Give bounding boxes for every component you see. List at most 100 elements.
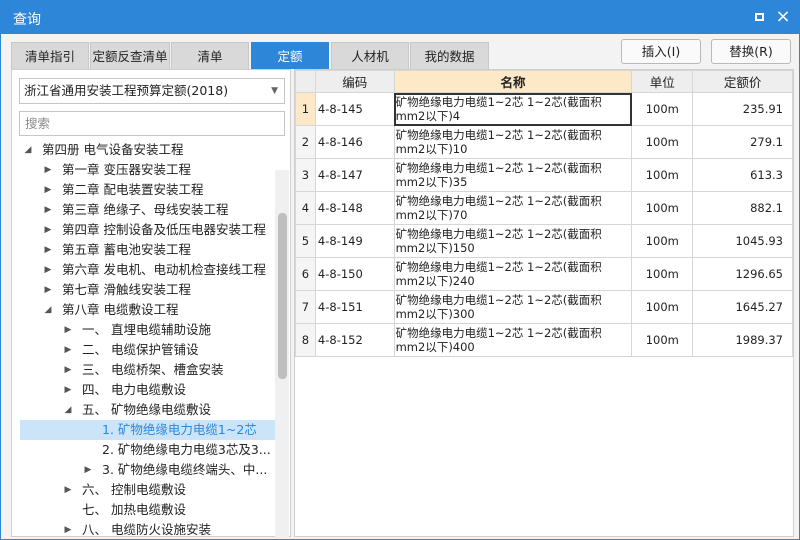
tree-node[interactable]: ▶ 六、 控制电缆敷设	[20, 480, 275, 500]
table-row[interactable]: 6 4-8-150 矿物绝缘电力电缆1~2芯 1~2芯(截面积mm2以下)240…	[295, 257, 793, 291]
price-cell[interactable]: 882.1	[692, 191, 793, 225]
tab-dinge[interactable]: 定额	[251, 42, 329, 69]
price-cell[interactable]: 235.91	[692, 92, 793, 126]
triangle-right-icon: ▶	[44, 225, 52, 235]
code-cell[interactable]: 4-8-148	[314, 191, 395, 225]
tree-node[interactable]: ◢ 五、 矿物绝缘电缆敷设	[20, 400, 275, 420]
table-row[interactable]: 5 4-8-149 矿物绝缘电力电缆1~2芯 1~2芯(截面积mm2以下)150…	[295, 224, 793, 258]
unit-cell[interactable]: 100m	[631, 158, 694, 192]
maximize-button[interactable]	[750, 8, 768, 26]
unit-cell[interactable]: 100m	[631, 290, 694, 324]
table-row[interactable]: 3 4-8-147 矿物绝缘电力电缆1~2芯 1~2芯(截面积mm2以下)35 …	[295, 158, 793, 192]
tree-node-label: 第二章 配电装置安装工程	[62, 182, 204, 197]
tree-node-label: 第五章 蓄电池安装工程	[62, 242, 191, 257]
replace-button[interactable]: 替换(R)	[711, 39, 791, 64]
tree-node[interactable]: ▶ 第一章 变压器安装工程	[20, 160, 275, 180]
tab-dinge-fancha[interactable]: 定额反查清单	[90, 42, 170, 69]
tree-node-label: 第六章 发电机、电动机检查接线工程	[62, 262, 266, 277]
tree-node-label: 2. 矿物绝缘电力电缆3芯及3...	[102, 442, 271, 457]
name-cell[interactable]: 矿物绝缘电力电缆1~2芯 1~2芯(截面积mm2以下)70	[393, 191, 633, 225]
insert-button[interactable]: 插入(I)	[621, 39, 701, 64]
tab-qingdan-zhiyin[interactable]: 清单指引	[11, 42, 89, 69]
tree-node-label: 第三章 绝缘子、母线安装工程	[62, 202, 229, 217]
code-column-header[interactable]: 编码	[314, 70, 395, 93]
tree-node[interactable]: ▶ 四、 电力电缆敷设	[20, 380, 275, 400]
row-number: 3	[295, 158, 316, 192]
name-cell[interactable]: 矿物绝缘电力电缆1~2芯 1~2芯(截面积mm2以下)150	[393, 224, 633, 258]
name-cell[interactable]: 矿物绝缘电力电缆1~2芯 1~2芯(截面积mm2以下)10	[393, 125, 633, 159]
tab-qingdan[interactable]: 清单	[171, 42, 249, 69]
code-cell[interactable]: 4-8-152	[314, 323, 395, 357]
name-cell[interactable]: 矿物绝缘电力电缆1~2芯 1~2芯(截面积mm2以下)240	[393, 257, 633, 291]
tree-node-label: 二、 电缆保护管铺设	[82, 342, 199, 357]
tree-node[interactable]: ▶ 第六章 发电机、电动机检查接线工程	[20, 260, 275, 280]
name-cell[interactable]: 矿物绝缘电力电缆1~2芯 1~2芯(截面积mm2以下)35	[393, 158, 633, 192]
code-cell[interactable]: 4-8-147	[314, 158, 395, 192]
tree-node[interactable]: ▶ 二、 电缆保护管铺设	[20, 340, 275, 360]
unit-column-header[interactable]: 单位	[631, 70, 694, 93]
tree-node[interactable]: ▶ 3. 矿物绝缘电缆终端头、中...	[20, 460, 275, 480]
table-row[interactable]: 7 4-8-151 矿物绝缘电力电缆1~2芯 1~2芯(截面积mm2以下)300…	[295, 290, 793, 324]
close-button[interactable]: ×	[774, 8, 792, 26]
quota-library-select[interactable]: 浙江省通用安装工程预算定额(2018) ▼	[19, 78, 285, 104]
price-cell[interactable]: 279.1	[692, 125, 793, 159]
price-cell[interactable]: 613.3	[692, 158, 793, 192]
code-cell[interactable]: 4-8-146	[314, 125, 395, 159]
unit-cell[interactable]: 100m	[631, 191, 694, 225]
tree-node[interactable]: ◢ 第四册 电气设备安装工程	[20, 140, 275, 160]
close-icon: ×	[775, 6, 791, 27]
tree-scrollbar[interactable]	[275, 170, 289, 538]
name-column-header[interactable]: 名称	[393, 70, 633, 93]
table-row[interactable]: 8 4-8-152 矿物绝缘电力电缆1~2芯 1~2芯(截面积mm2以下)400…	[295, 323, 793, 357]
tree-node[interactable]: 七、 加热电缆敷设	[20, 500, 275, 520]
name-cell[interactable]: 矿物绝缘电力电缆1~2芯 1~2芯(截面积mm2以下)300	[393, 290, 633, 324]
unit-cell[interactable]: 100m	[631, 257, 694, 291]
tree-node-selected[interactable]: 1. 矿物绝缘电力电缆1~2芯	[20, 420, 275, 440]
scrollbar-thumb[interactable]	[278, 213, 287, 379]
unit-cell[interactable]: 100m	[631, 224, 694, 258]
search-input[interactable]: 搜索	[19, 111, 285, 136]
triangle-right-icon: ▶	[44, 205, 52, 215]
row-number: 6	[295, 257, 316, 291]
tree-node[interactable]: ◢ 第八章 电缆敷设工程	[20, 300, 275, 320]
name-cell[interactable]: 矿物绝缘电力电缆1~2芯 1~2芯(截面积mm2以下)4	[393, 92, 633, 126]
code-cell[interactable]: 4-8-149	[314, 224, 395, 258]
tree-node[interactable]: ▶ 八、 电缆防火设施安装	[20, 520, 275, 535]
price-cell[interactable]: 1989.37	[692, 323, 793, 357]
unit-cell[interactable]: 100m	[631, 125, 694, 159]
triangle-down-icon: ◢	[24, 145, 32, 155]
tree-node[interactable]: ▶ 第三章 绝缘子、母线安装工程	[20, 200, 275, 220]
table-row[interactable]: 2 4-8-146 矿物绝缘电力电缆1~2芯 1~2芯(截面积mm2以下)10 …	[295, 125, 793, 159]
tab-label: 定额反查清单	[92, 49, 168, 64]
tree-node[interactable]: ▶ 三、 电缆桥架、槽盒安装	[20, 360, 275, 380]
tree-node-label: 第一章 变压器安装工程	[62, 162, 191, 177]
code-cell[interactable]: 4-8-151	[314, 290, 395, 324]
tree-node[interactable]: ▶ 一、 直埋电缆辅助设施	[20, 320, 275, 340]
unit-cell[interactable]: 100m	[631, 92, 694, 126]
table-row[interactable]: 4 4-8-148 矿物绝缘电力电缆1~2芯 1~2芯(截面积mm2以下)70 …	[295, 191, 793, 225]
triangle-right-icon: ▶	[64, 345, 72, 355]
price-column-header[interactable]: 定额价	[692, 70, 793, 93]
unit-cell[interactable]: 100m	[631, 323, 694, 357]
row-number: 8	[295, 323, 316, 357]
tab-wode-shuju[interactable]: 我的数据	[410, 42, 489, 69]
price-cell[interactable]: 1296.65	[692, 257, 793, 291]
tab-rencaiji[interactable]: 人材机	[331, 42, 409, 69]
table-row[interactable]: 1 4-8-145 矿物绝缘电力电缆1~2芯 1~2芯(截面积mm2以下)4 1…	[295, 92, 793, 126]
code-cell[interactable]: 4-8-150	[314, 257, 395, 291]
tree-node[interactable]: 2. 矿物绝缘电力电缆3芯及3...	[20, 440, 275, 460]
tab-label: 我的数据	[424, 49, 475, 64]
name-cell[interactable]: 矿物绝缘电力电缆1~2芯 1~2芯(截面积mm2以下)400	[393, 323, 633, 357]
code-cell[interactable]: 4-8-145	[314, 92, 395, 126]
price-cell[interactable]: 1045.93	[692, 224, 793, 258]
triangle-right-icon: ▶	[64, 385, 72, 395]
tree-node[interactable]: ▶ 第二章 配电装置安装工程	[20, 180, 275, 200]
search-placeholder: 搜索	[25, 116, 51, 131]
tree-node[interactable]: ▶ 第四章 控制设备及低压电器安装工程	[20, 220, 275, 240]
price-cell[interactable]: 1645.27	[692, 290, 793, 324]
tree-node[interactable]: ▶ 第五章 蓄电池安装工程	[20, 240, 275, 260]
tree-node-label: 第四册 电气设备安装工程	[42, 142, 184, 157]
tree-node-label: 四、 电力电缆敷设	[82, 382, 186, 397]
tree-node[interactable]: ▶ 第七章 滑触线安装工程	[20, 280, 275, 300]
triangle-right-icon: ▶	[44, 185, 52, 195]
